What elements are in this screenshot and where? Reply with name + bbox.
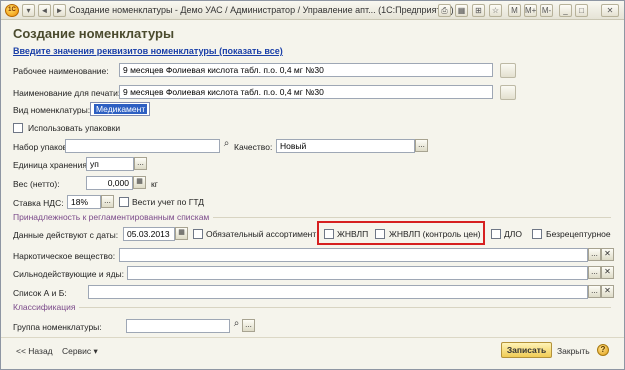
list-ab-select-button[interactable]: ... [588,285,601,298]
storage-unit-input[interactable]: уп [86,157,134,171]
close-button[interactable]: Закрыть [557,346,590,356]
m-plus-icon[interactable]: M+ [524,4,537,17]
calendar-picker-icon[interactable]: ▦ [175,227,188,240]
zhnvlp-control-label: ЖНВЛП (контроль цен) [389,229,481,239]
window-title: Создание номенклатуры - Демо УАС / Админ… [69,5,454,15]
section-lists-title: Принадлежность к регламентированным спис… [13,212,214,222]
main-window: 1С ▾ ◄ ► Создание номенклатуры - Демо УА… [0,0,625,370]
valid-from-input[interactable]: 05.03.2013 [123,227,175,241]
save-button[interactable]: Записать [501,342,552,358]
print-icon[interactable]: ⎙ [438,4,451,17]
section-class-title: Классификация [13,302,80,312]
narcotic-clear-button[interactable]: ✕ [601,248,614,261]
calculator-icon[interactable]: ▦ [133,176,146,189]
use-packages-checkbox[interactable] [13,123,23,133]
weight-label: Вес (нетто): [13,179,60,189]
zhnvlp-checkbox[interactable] [324,229,334,239]
back-icon[interactable]: ◄ [38,4,51,17]
service-menu[interactable]: Сервис ▾ [62,346,98,357]
refresh-name-icon[interactable] [500,85,516,100]
forward-icon[interactable]: ► [53,4,66,17]
list-ab-label: Список А и Б: [13,288,67,298]
requisites-link[interactable]: Введите значения реквизитов номенклатуры… [13,46,283,56]
calc-icon[interactable]: ⊞ [472,4,485,17]
app-logo-icon[interactable]: 1С [5,4,19,17]
quality-select-button[interactable]: ... [415,139,428,152]
zhnvlp-label: ЖНВЛП [337,229,369,239]
potent-select-button[interactable]: ... [588,266,601,279]
gtd-checkbox[interactable] [119,197,129,207]
title-bar: 1С ▾ ◄ ► Создание номенклатуры - Демо УА… [1,1,624,20]
dlo-label: ДЛО [504,229,522,239]
storage-unit-label: Единица хранения: [13,160,90,170]
weight-unit: кг [151,179,158,189]
valid-from-label: Данные действуют с даты: [13,230,119,240]
list-ab-clear-button[interactable]: ✕ [601,285,614,298]
calendar-icon[interactable]: ▦ [455,4,468,17]
close-icon[interactable]: ✕ [601,4,619,17]
minimize-icon[interactable]: _ [559,4,572,17]
help-icon[interactable]: ? [597,344,609,356]
gtd-label: Вести учет по ГТД [132,197,204,207]
nonprescription-label: Безрецептурное [546,229,611,239]
narcotic-select-button[interactable]: ... [588,248,601,261]
dropdown-icon[interactable]: ▾ [22,4,35,17]
maximize-icon[interactable]: □ [575,4,588,17]
narcotic-label: Наркотическое вещество: [13,251,116,261]
copy-name-icon[interactable] [500,63,516,78]
weight-input[interactable]: 0,000 [86,176,133,190]
quality-input[interactable]: Новый [276,139,415,153]
page-title: Создание номенклатуры [13,26,175,41]
group-select-button[interactable]: ... [242,319,255,332]
vat-select-button[interactable]: ... [101,195,114,208]
group-input[interactable] [126,319,230,333]
mandatory-assort-checkbox[interactable] [193,229,203,239]
list-ab-input[interactable] [88,285,588,299]
print-name-label: Наименование для печати: [13,88,121,98]
dlo-checkbox[interactable] [491,229,501,239]
narcotic-input[interactable] [119,248,588,262]
potent-input[interactable] [127,266,588,280]
working-name-input[interactable]: 9 месяцев Фолиевая кислота табл. п.о. 0,… [119,63,493,77]
print-name-input[interactable]: 9 месяцев Фолиевая кислота табл. п.о. 0,… [119,85,493,99]
potent-clear-button[interactable]: ✕ [601,266,614,279]
working-name-label: Рабочее наименование: [13,66,109,76]
star-icon[interactable]: ☆ [489,4,502,17]
m-icon[interactable]: M [508,4,521,17]
m-minus-icon[interactable]: M- [540,4,553,17]
nonprescription-checkbox[interactable] [532,229,542,239]
kind-label: Вид номенклатуры: [13,105,91,115]
quality-label: Качество: [234,142,273,152]
back-button[interactable]: << Назад [16,346,53,356]
zhnvlp-control-checkbox[interactable] [375,229,385,239]
use-packages-label: Использовать упаковки [28,123,121,133]
vat-input[interactable]: 18% [67,195,101,209]
kind-input[interactable]: Медикамент [90,102,150,116]
mandatory-assort-label: Обязательный ассортимент [206,229,317,239]
vat-label: Ставка НДС: [13,198,64,208]
storage-unit-select-button[interactable]: ... [134,157,147,170]
section-divider-2 [13,307,611,308]
group-label: Группа номенклатуры: [13,322,102,332]
package-set-input[interactable] [65,139,220,153]
search-icon[interactable]: ⌕ [220,139,233,152]
potent-label: Сильнодействующие и яды: [13,269,125,279]
